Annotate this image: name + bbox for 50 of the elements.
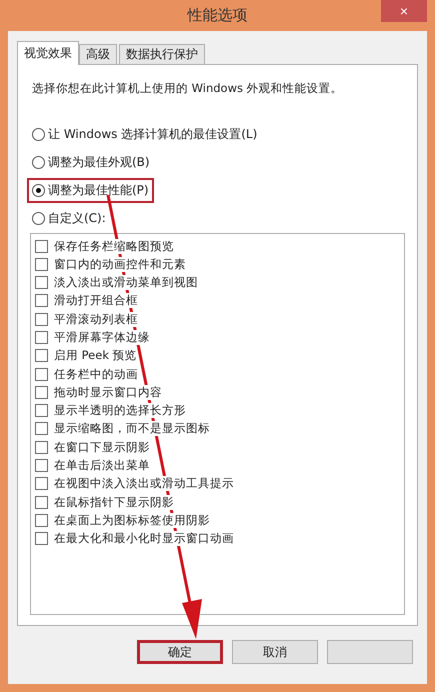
effect-label: 滑动打开组合框	[54, 293, 138, 308]
effect-label: 平滑滚动列表框	[54, 312, 138, 327]
close-button[interactable]: ×	[381, 0, 427, 22]
checkbox[interactable]	[35, 240, 48, 252]
effect-label: 拖动时显示窗口内容	[54, 384, 162, 400]
radio-button[interactable]	[32, 128, 45, 141]
option-label: 调整为最佳性能(P)	[48, 182, 149, 199]
dialog-button[interactable]: 取消	[232, 640, 318, 664]
radio-button[interactable]	[32, 184, 45, 197]
effect-label: 启用 Peek 预览	[54, 348, 137, 364]
effect-label: 在单击后淡出菜单	[54, 458, 150, 474]
effect-label: 淡入淡出或滑动菜单到视图	[54, 275, 198, 290]
checkbox[interactable]	[35, 349, 48, 362]
radio-button[interactable]	[32, 212, 45, 225]
tab[interactable]: 数据执行保护	[119, 44, 205, 65]
effect-label: 窗口内的动画控件和元素	[54, 256, 186, 272]
checkbox[interactable]	[35, 404, 48, 418]
effect-label: 在窗口下显示阴影	[54, 440, 150, 455]
effect-label: 显示缩略图，而不是显示图标	[54, 421, 210, 436]
checkbox[interactable]	[35, 330, 48, 344]
effect-label: 在鼠标指针下显示阴影	[54, 494, 174, 510]
effect-label: 保存任务栏缩略图预览	[54, 238, 174, 254]
checkbox[interactable]	[35, 440, 48, 454]
checkbox[interactable]	[35, 312, 48, 326]
effect-label: 显示半透明的选择长方形	[54, 403, 186, 418]
checkbox[interactable]	[35, 276, 48, 290]
effect-label: 在桌面上为图标标签使用阴影	[54, 512, 210, 528]
effect-label: 在最大化和最小化时显示窗口动画	[54, 531, 234, 546]
tab[interactable]: 高级	[79, 44, 117, 65]
checkbox[interactable]	[35, 422, 48, 436]
tab[interactable]: 视觉效果	[17, 41, 79, 65]
checkbox[interactable]	[35, 386, 48, 399]
checkbox[interactable]	[35, 514, 48, 527]
effect-label: 平滑屏幕字体边缘	[54, 330, 150, 345]
checkbox[interactable]	[35, 368, 48, 381]
radio-button[interactable]	[32, 156, 45, 169]
checkbox[interactable]	[35, 477, 48, 490]
checkbox[interactable]	[35, 258, 48, 271]
option-label: 调整为最佳外观(B)	[48, 154, 150, 171]
option-label: 自定义(C):	[48, 210, 106, 227]
option-label: 让 Windows 选择计算机的最佳设置(L)	[48, 126, 258, 143]
checkbox[interactable]	[35, 532, 48, 546]
checkbox[interactable]	[35, 459, 48, 472]
effect-label: 任务栏中的动画	[54, 366, 138, 382]
window-title: 性能选项	[188, 6, 248, 25]
effect-label: 在视图中淡入淡出或滑动工具提示	[54, 476, 234, 492]
checkbox[interactable]	[35, 496, 48, 509]
dialog-button[interactable]: 确定	[137, 640, 223, 664]
intro-text: 选择你想在此计算机上使用的 Windows 外观和性能设置。	[32, 81, 344, 96]
checkbox[interactable]	[35, 294, 48, 308]
